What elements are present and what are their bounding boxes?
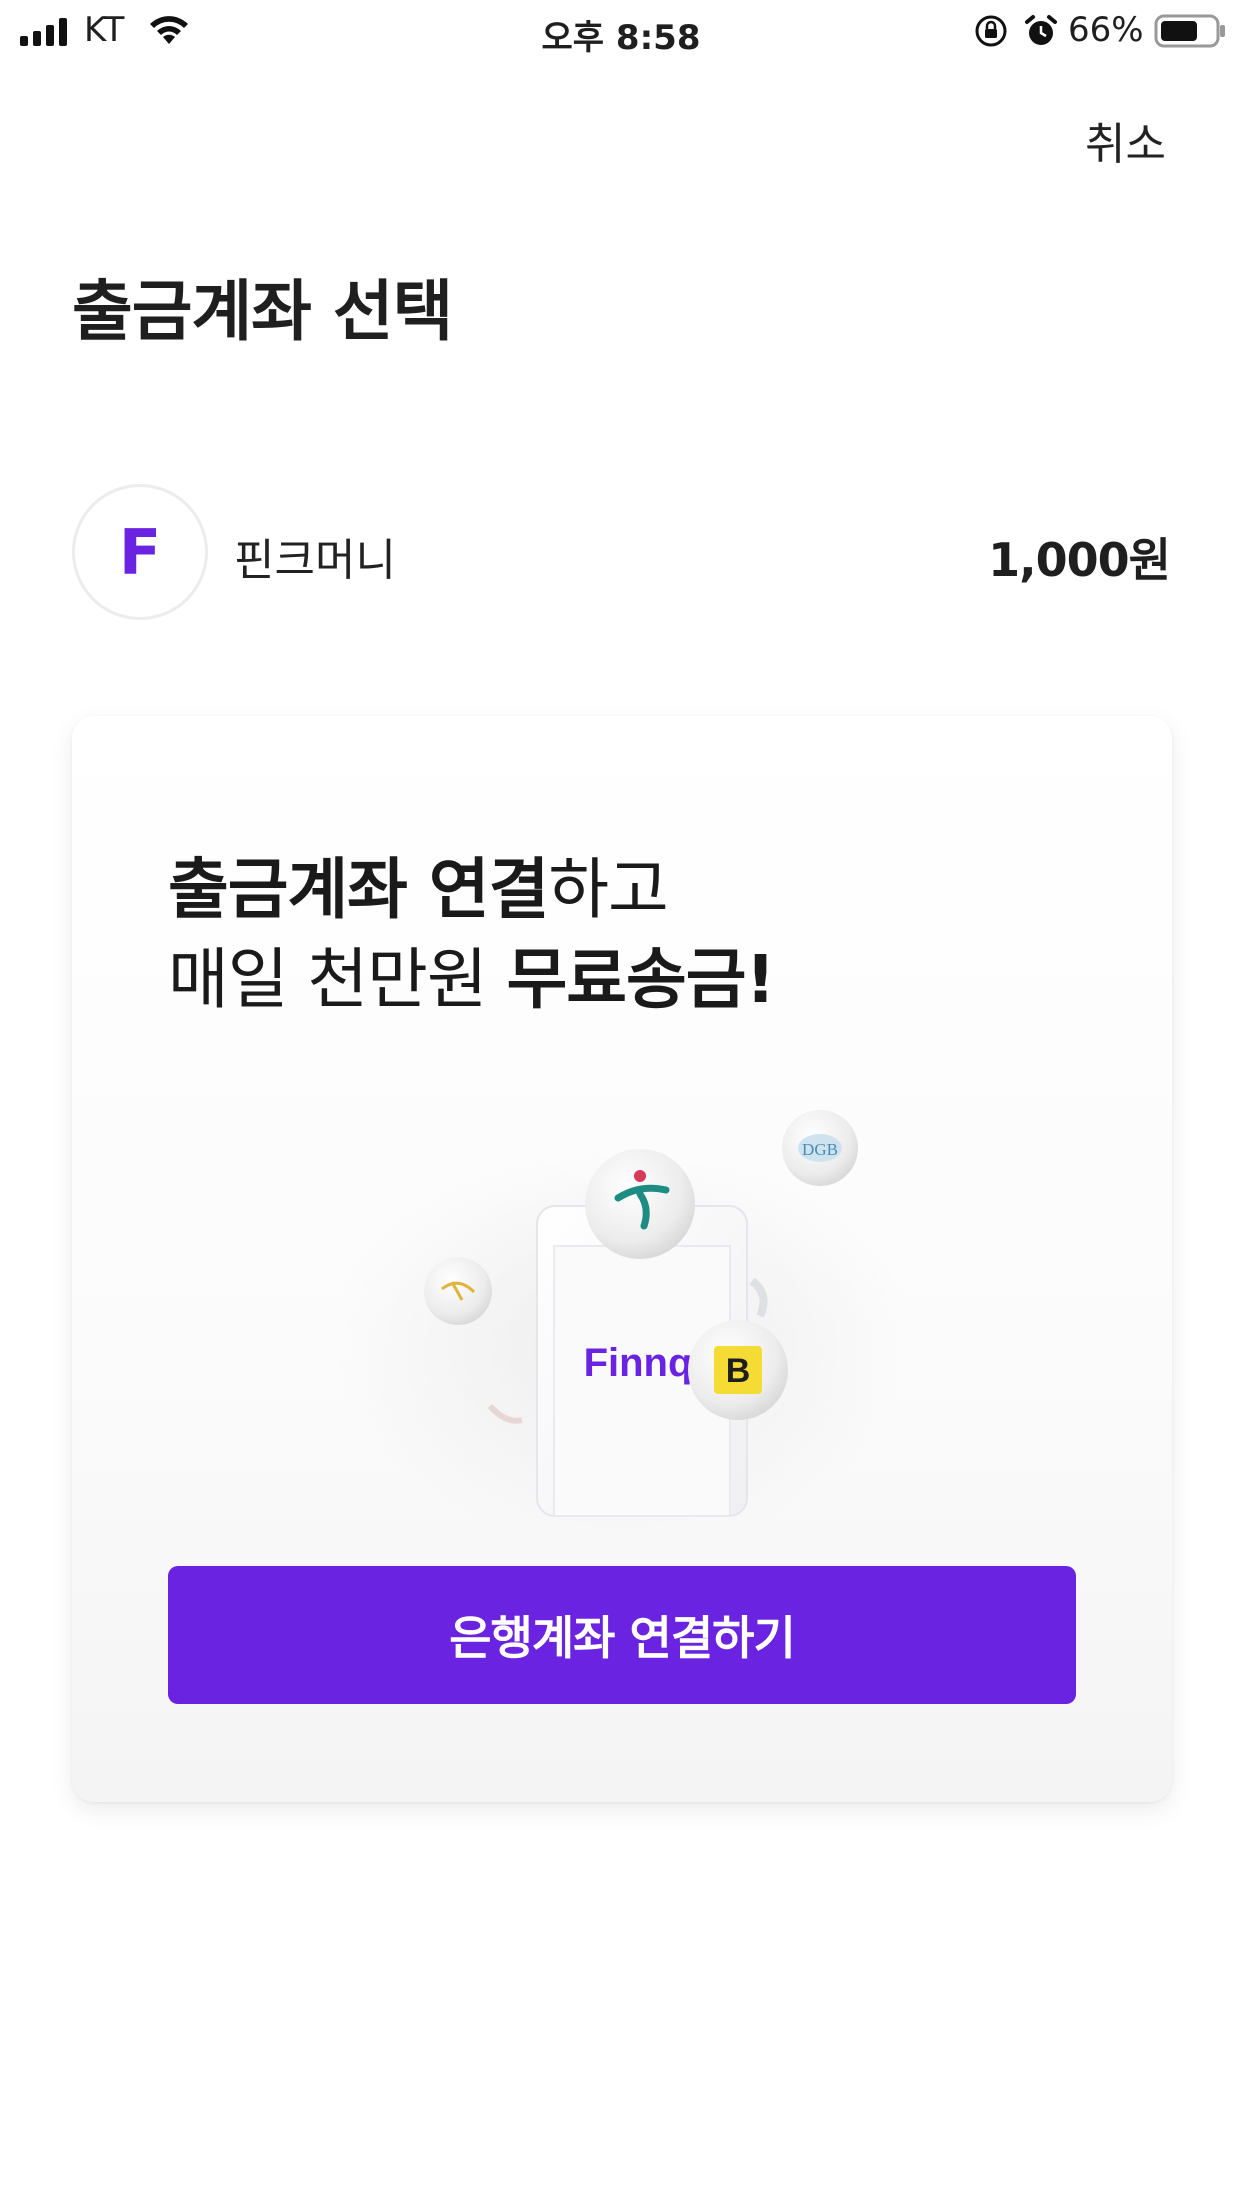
link-bank-account-button[interactable]: 은행계좌 연결하기: [168, 1566, 1076, 1704]
promo-line2-bold: 무료송금!: [506, 941, 776, 1018]
alarm-icon: [1025, 15, 1057, 45]
promo-line2-regular: 매일 천만원: [168, 941, 507, 1018]
page-title: 출금계좌 선택: [72, 258, 453, 354]
kakaobank-ball-icon: B: [688, 1320, 788, 1420]
battery-percentage: 66%: [1068, 10, 1144, 50]
status-bar: KT 오후 8:58 66%: [0, 0, 1242, 62]
promo-headline-line2: 매일 천만원 무료송금!: [168, 926, 776, 1022]
dgb-bank-ball-icon: DGB: [782, 1110, 858, 1186]
promo-headline-line1: 출금계좌 연결하고: [168, 836, 669, 932]
battery-icon: [1154, 14, 1225, 48]
kakaobank-badge-letter: B: [726, 1352, 751, 1390]
cancel-button[interactable]: 취소: [1085, 108, 1166, 172]
page-title-regular: 선택: [310, 273, 453, 350]
kb-bank-ball-icon: [424, 1257, 492, 1325]
hana-bank-ball-icon: [585, 1149, 695, 1259]
withdrawal-account-select-screen: KT 오후 8:58 66% 취소 출금계좌 선택 F 핀크머니 1,000원 …: [0, 0, 1242, 2208]
finnq-brand-label: Finnq: [584, 1341, 693, 1385]
link-account-promo-card: 출금계좌 연결하고 매일 천만원 무료송금! Finnq DGB B 은행계좌 …: [72, 716, 1172, 1802]
page-title-bold: 출금계좌: [72, 273, 312, 350]
promo-line1-bold: 출금계좌 연결: [168, 851, 549, 928]
account-name: 핀크머니: [234, 535, 396, 586]
promo-line1-rest: 하고: [548, 851, 668, 928]
bank-link-illustration: Finnq DGB B: [332, 1110, 912, 1526]
finnq-logo-icon: F: [72, 484, 208, 620]
account-item-finnq-money[interactable]: F 핀크머니 1,000원: [72, 484, 1171, 620]
dgb-label: DGB: [802, 1140, 838, 1159]
rotation-lock-icon: [975, 15, 1007, 47]
account-balance: 1,000원: [988, 533, 1171, 587]
